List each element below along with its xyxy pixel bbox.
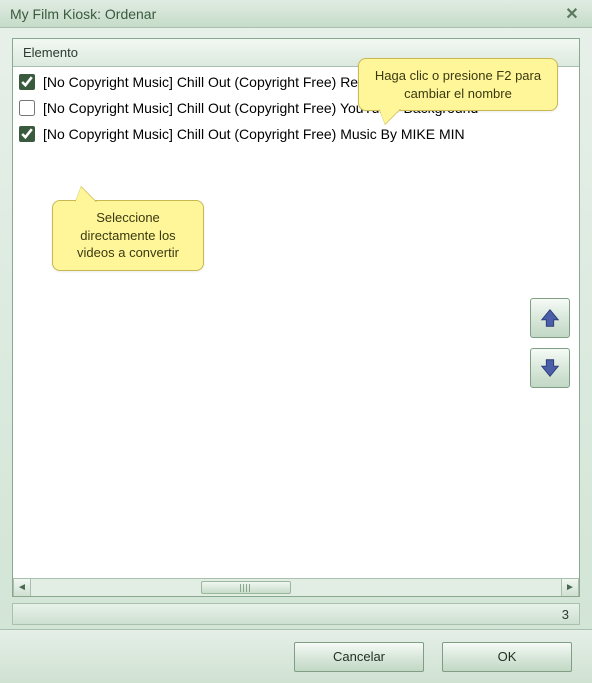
row-label: [No Copyright Music] Chill Out (Copyrigh… [43, 126, 465, 142]
titlebar: My Film Kiosk: Ordenar ✕ [0, 0, 592, 28]
row-checkbox[interactable] [19, 74, 35, 90]
list-frame: Elemento [No Copyright Music] Chill Out … [12, 38, 580, 597]
list-item[interactable]: [No Copyright Music] Chill Out (Copyrigh… [13, 121, 579, 147]
close-button[interactable]: ✕ [560, 4, 584, 24]
row-checkbox[interactable] [19, 126, 35, 142]
status-bar: 3 [12, 603, 580, 625]
cancel-button[interactable]: Cancelar [294, 642, 424, 672]
callout-rename-hint: Haga clic o presione F2 para cambiar el … [358, 58, 558, 111]
callout-tail-icon [379, 108, 401, 124]
chevron-left-icon: ◄ [17, 582, 27, 593]
arrow-up-icon [539, 307, 561, 329]
chevron-right-icon: ► [565, 582, 575, 593]
item-count: 3 [562, 607, 569, 622]
scroll-left-button[interactable]: ◄ [13, 579, 31, 596]
window-title: My Film Kiosk: Ordenar [10, 6, 560, 22]
dialog-body: Haga clic o presione F2 para cambiar el … [0, 28, 592, 629]
ok-button[interactable]: OK [442, 642, 572, 672]
dialog-footer: Cancelar OK [0, 629, 592, 683]
row-checkbox[interactable] [19, 100, 35, 116]
horizontal-scrollbar[interactable]: ◄ ► [13, 578, 579, 596]
close-icon: ✕ [565, 4, 578, 24]
callout-text: Seleccione directamente los videos a con… [77, 210, 179, 260]
list-inner: Elemento [No Copyright Music] Chill Out … [13, 39, 579, 596]
scroll-track[interactable] [31, 579, 561, 596]
grip-icon [240, 584, 252, 592]
callout-text: Haga clic o presione F2 para cambiar el … [375, 68, 541, 101]
dialog-window: My Film Kiosk: Ordenar ✕ Haga clic o pre… [0, 0, 592, 683]
callout-select-hint: Seleccione directamente los videos a con… [52, 200, 204, 271]
scroll-thumb[interactable] [201, 581, 291, 594]
arrow-down-icon [539, 357, 561, 379]
move-up-button[interactable] [530, 298, 570, 338]
list-rows: [No Copyright Music] Chill Out (Copyrigh… [13, 67, 579, 578]
scroll-right-button[interactable]: ► [561, 579, 579, 596]
reorder-buttons [530, 298, 570, 388]
move-down-button[interactable] [530, 348, 570, 388]
callout-tail-icon [75, 187, 97, 203]
